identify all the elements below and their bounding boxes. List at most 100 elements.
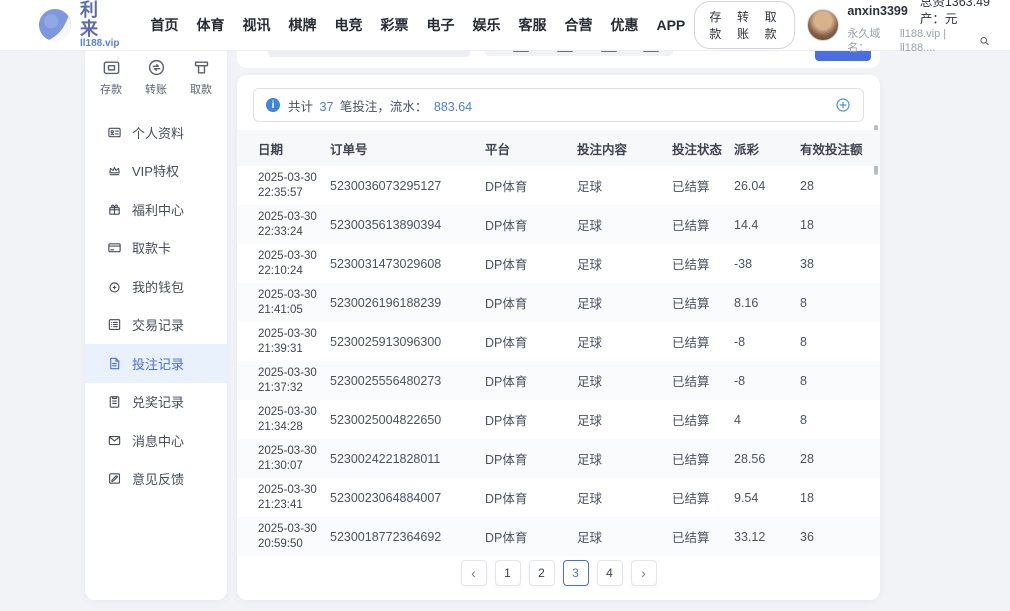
- row-date: 2025-03-30: [258, 522, 330, 537]
- row-time: 21:23:41: [258, 498, 330, 513]
- bet-records-table: 日期订单号平台投注内容投注状态派彩有效投注额 2025-03-30 22:35:…: [237, 130, 880, 556]
- nav-item[interactable]: 合营: [555, 15, 601, 35]
- cell-order-number: 5230025004822650: [330, 413, 485, 427]
- row-time: 20:59:50: [258, 537, 330, 552]
- topbar: 利 来 ll188.vip 首页体育视讯棋牌电竞彩票电子娱乐客服合营优惠APP …: [0, 0, 1010, 51]
- sidebar-menu-label: 投注记录: [132, 354, 184, 373]
- quick-action[interactable]: 取款: [190, 58, 212, 97]
- table-column-header: 日期: [258, 139, 330, 158]
- sidebar-menu-label: 兑奖记录: [132, 392, 184, 411]
- turnover-value: 883.64: [434, 100, 472, 114]
- pagination: ‹ 1234 ›: [237, 560, 880, 586]
- cell-bet-status: 已结算: [672, 293, 734, 312]
- cell-order-number: 5230026196188239: [330, 296, 485, 310]
- cell-platform: DP体育: [485, 527, 577, 546]
- user-box[interactable]: anxin3399 总资产： 1363.49元 永久域名： ll188.vip …: [807, 0, 990, 56]
- nav-item[interactable]: 视讯: [233, 15, 279, 35]
- quick-actions: 存款 转账 取款: [85, 45, 227, 97]
- sidebar-menu-item[interactable]: 兑奖记录: [85, 383, 227, 422]
- cell-order-number: 5230036073295127: [330, 179, 485, 193]
- cell-payout: 33.12: [734, 530, 800, 544]
- sidebar-menu-item[interactable]: 投注记录: [85, 344, 227, 383]
- withdraw-icon: [192, 58, 211, 77]
- quick-action-label: 存款: [100, 81, 122, 97]
- sidebar-menu-item[interactable]: 个人资料: [85, 113, 227, 152]
- nav-item[interactable]: 体育: [187, 15, 233, 35]
- nav-item[interactable]: 娱乐: [463, 15, 509, 35]
- user-line-2: 永久域名： ll188.vip | ll188....: [847, 27, 990, 56]
- table-row: 2025-03-30 21:23:41 5230023064884007 DP体…: [237, 478, 880, 517]
- wallet-pill: 存款转账取款: [694, 1, 795, 49]
- sidebar-menu-item[interactable]: 消息中心: [85, 421, 227, 460]
- row-time: 21:39:31: [258, 342, 330, 357]
- nav-item[interactable]: 电竞: [325, 15, 371, 35]
- cell-platform: DP体育: [485, 254, 577, 273]
- site-logo[interactable]: 利 来 ll188.vip: [38, 1, 119, 49]
- pagination-next[interactable]: ›: [631, 560, 657, 586]
- sidebar-menu-item[interactable]: 我的钱包: [85, 267, 227, 306]
- cell-bet-status: 已结算: [672, 254, 734, 273]
- cell-order-number: 5230023064884007: [330, 491, 485, 505]
- wallet-pill-item[interactable]: 转账: [737, 8, 753, 42]
- cell-date: 2025-03-30 22:33:24: [258, 210, 330, 240]
- cell-bet-content: 足球: [577, 410, 672, 429]
- cell-order-number: 5230025556480273: [330, 374, 485, 388]
- nav-item[interactable]: 优惠: [601, 15, 647, 35]
- expand-plus-icon[interactable]: [835, 97, 851, 113]
- cell-order-number: 5230018772364692: [330, 530, 485, 544]
- main-nav: 首页体育视讯棋牌电竞彩票电子娱乐客服合营优惠APP: [141, 15, 694, 35]
- assets-label: 总资产：: [920, 0, 945, 27]
- wallet-pill-item[interactable]: 存款: [709, 8, 725, 42]
- summary-bar: i 共计 37 笔投注，流水： 883.64: [253, 88, 864, 122]
- feedback-edit-icon: [107, 471, 122, 486]
- row-date: 2025-03-30: [258, 444, 330, 459]
- nav-item[interactable]: 电子: [417, 15, 463, 35]
- cell-platform: DP体育: [485, 371, 577, 390]
- sidebar-menu-label: 意见反馈: [132, 469, 184, 488]
- cell-date: 2025-03-30 21:34:28: [258, 405, 330, 435]
- cell-valid-amount: 28: [800, 452, 870, 466]
- quick-action[interactable]: 存款: [100, 58, 122, 97]
- sidebar-menu-item[interactable]: 取款卡: [85, 229, 227, 268]
- cell-platform: DP体育: [485, 215, 577, 234]
- nav-item[interactable]: 首页: [141, 15, 187, 35]
- nav-item[interactable]: APP: [647, 17, 694, 33]
- deposit-icon: [102, 58, 121, 77]
- pagination-page[interactable]: 1: [495, 560, 521, 586]
- wallet-pill-item[interactable]: 取款: [765, 8, 781, 42]
- table-column-header: 投注状态: [672, 139, 734, 158]
- table-column-header: 有效投注额: [800, 139, 870, 158]
- pagination-page[interactable]: 3: [563, 560, 589, 586]
- cell-valid-amount: 8: [800, 296, 870, 310]
- cell-platform: DP体育: [485, 488, 577, 507]
- bank-card-icon: [107, 240, 122, 255]
- pagination-page[interactable]: 2: [529, 560, 555, 586]
- pagination-page[interactable]: 4: [597, 560, 623, 586]
- sidebar-menu-label: 交易记录: [132, 315, 184, 334]
- profile-card-icon: [107, 125, 122, 140]
- table-row: 2025-03-30 22:35:57 5230036073295127 DP体…: [237, 166, 880, 205]
- logo-title: 利 来: [80, 1, 119, 39]
- cell-order-number: 5230024221828011: [330, 452, 485, 466]
- cell-payout: 28.56: [734, 452, 800, 466]
- sidebar-menu-item[interactable]: 意见反馈: [85, 460, 227, 499]
- nav-item[interactable]: 彩票: [371, 15, 417, 35]
- cell-bet-content: 足球: [577, 293, 672, 312]
- sidebar-menu: 个人资料 VIP特权 福利中心 取款卡 我的钱包 交易记录 投注记录 兑奖记录 …: [85, 113, 227, 498]
- search-icon[interactable]: [979, 35, 990, 47]
- pagination-prev[interactable]: ‹: [461, 560, 487, 586]
- nav-item[interactable]: 客服: [509, 15, 555, 35]
- sidebar-menu-item[interactable]: 福利中心: [85, 190, 227, 229]
- quick-action[interactable]: 转账: [145, 58, 167, 97]
- cell-order-number: 5230031473029608: [330, 257, 485, 271]
- cell-platform: DP体育: [485, 449, 577, 468]
- row-date: 2025-03-30: [258, 405, 330, 420]
- nav-item[interactable]: 棋牌: [279, 15, 325, 35]
- cell-bet-content: 足球: [577, 488, 672, 507]
- vip-crown-icon: [107, 163, 122, 178]
- sidebar-menu-item[interactable]: VIP特权: [85, 152, 227, 191]
- quick-action-label: 转账: [145, 81, 167, 97]
- cell-bet-status: 已结算: [672, 527, 734, 546]
- sidebar-menu-item[interactable]: 交易记录: [85, 306, 227, 345]
- cell-valid-amount: 8: [800, 374, 870, 388]
